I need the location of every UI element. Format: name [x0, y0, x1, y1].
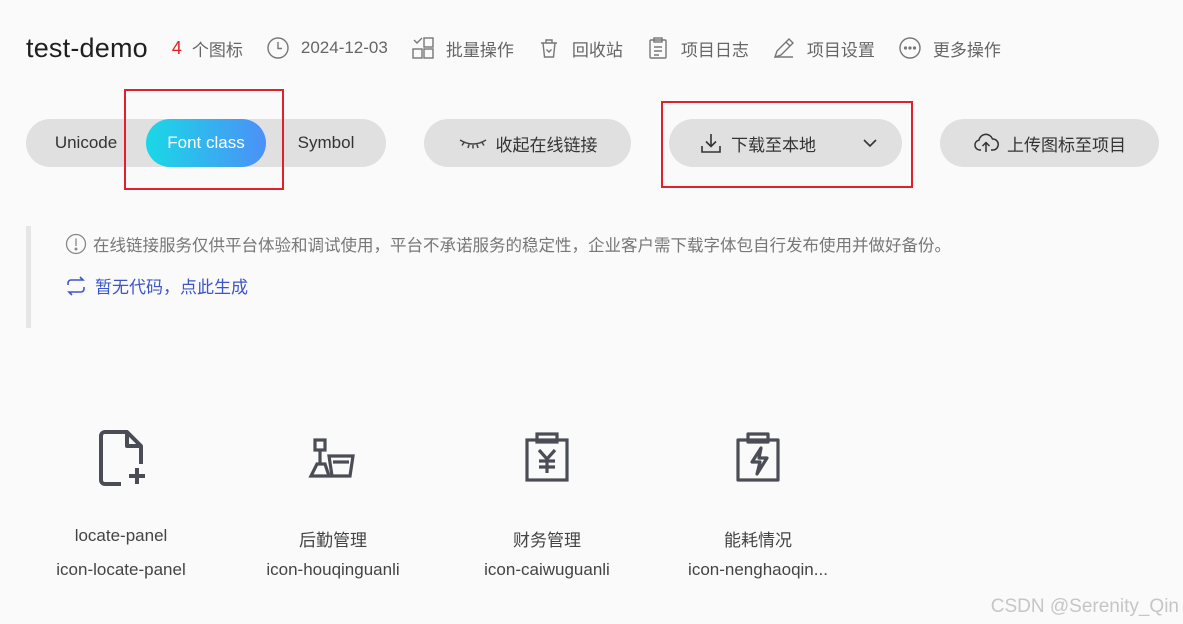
icon-name: locate-panel	[74, 526, 168, 545]
more-ops-button[interactable]: 更多操作	[898, 36, 1001, 61]
collapse-online-link-label: 收起在线链接	[495, 135, 598, 155]
icon-card[interactable]: locate-panel icon-locate-panel	[21, 420, 221, 590]
more-ops-label: 更多操作	[932, 40, 1001, 60]
generate-code-label: 暂无代码，点此生成	[95, 278, 248, 297]
icon-code: icon-locate-panel	[56, 560, 186, 579]
cloud-upload-icon	[974, 133, 999, 152]
project-log-button[interactable]: 项目日志	[646, 36, 749, 61]
energy-icon	[736, 432, 780, 482]
chevron-down-icon[interactable]	[860, 133, 880, 153]
file-add-icon	[99, 430, 145, 486]
icon-card[interactable]: 后勤管理 icon-houqinguanli	[233, 420, 433, 590]
icon-name: 后勤管理	[299, 531, 367, 550]
pencil-icon	[773, 38, 794, 59]
icon-card[interactable]: 财务管理 icon-caiwuguanli	[447, 420, 647, 590]
grid-select-icon	[412, 37, 434, 59]
icon-code: icon-houqinguanli	[266, 560, 400, 579]
upload-to-project-button[interactable]: 上传图标至项目	[940, 119, 1159, 167]
icon-count-label: 个图标	[191, 40, 243, 60]
online-link-notice: 在线链接服务仅供平台体验和调试使用，平台不承诺服务的稳定性，企业客户需下载字体包…	[26, 226, 1126, 328]
info-icon	[65, 233, 87, 255]
icon-card[interactable]: 能耗情况 icon-nenghaoqin...	[658, 420, 858, 590]
upload-to-project-label: 上传图标至项目	[1007, 135, 1126, 155]
project-log-label: 项目日志	[680, 40, 749, 60]
collapse-online-link-button[interactable]: 收起在线链接	[424, 119, 631, 167]
trash-icon	[540, 39, 557, 58]
project-settings-button[interactable]: 项目设置	[772, 36, 875, 61]
tab-font-class[interactable]: Font class	[146, 119, 266, 167]
notice-text: 在线链接服务仅供平台体验和调试使用，平台不承诺服务的稳定性，企业客户需下载字体包…	[93, 237, 951, 255]
download-icon	[701, 134, 721, 153]
generate-code-link[interactable]: 暂无代码，点此生成	[65, 273, 248, 298]
created-date: 2024-12-03	[266, 36, 388, 60]
project-settings-label: 项目设置	[806, 40, 875, 60]
tab-unicode[interactable]: Unicode	[26, 119, 146, 167]
tab-symbol[interactable]: Symbol	[266, 119, 386, 167]
batch-ops-button[interactable]: 批量操作	[411, 36, 514, 61]
code-type-switch: Unicode Font class Symbol	[26, 119, 386, 167]
download-local-button[interactable]: 下载至本地	[669, 119, 902, 167]
refresh-icon	[67, 275, 85, 296]
watermark: CSDN @Serenity_Qin	[990, 596, 1179, 617]
batch-ops-label: 批量操作	[445, 40, 514, 60]
project-title: test-demo	[26, 32, 148, 63]
finance-icon	[525, 432, 569, 482]
eye-closed-icon	[459, 139, 486, 149]
project-header: test-demo 4 个图标 2024-12-03 批量操作 回收站 项目日志…	[26, 28, 1001, 68]
notice-line: 在线链接服务仅供平台体验和调试使用，平台不承诺服务的稳定性，企业客户需下载字体包…	[65, 232, 951, 256]
more-dots-icon	[899, 37, 921, 59]
clipboard-icon	[649, 37, 667, 59]
recycle-bin-label: 回收站	[571, 40, 623, 60]
icon-name: 能耗情况	[724, 531, 792, 550]
recycle-bin-button[interactable]: 回收站	[537, 36, 623, 61]
created-date-text: 2024-12-03	[300, 38, 388, 57]
clock-icon	[267, 37, 289, 59]
icon-code: icon-nenghaoqin...	[688, 560, 828, 579]
logistics-icon	[308, 438, 355, 478]
iconfont-project-page: test-demo 4 个图标 2024-12-03 批量操作 回收站 项目日志…	[0, 0, 1183, 624]
icon-name: 财务管理	[513, 531, 581, 550]
icon-code: icon-caiwuguanli	[484, 560, 610, 579]
download-local-label: 下载至本地	[731, 135, 816, 155]
icon-count: 4	[171, 37, 182, 58]
